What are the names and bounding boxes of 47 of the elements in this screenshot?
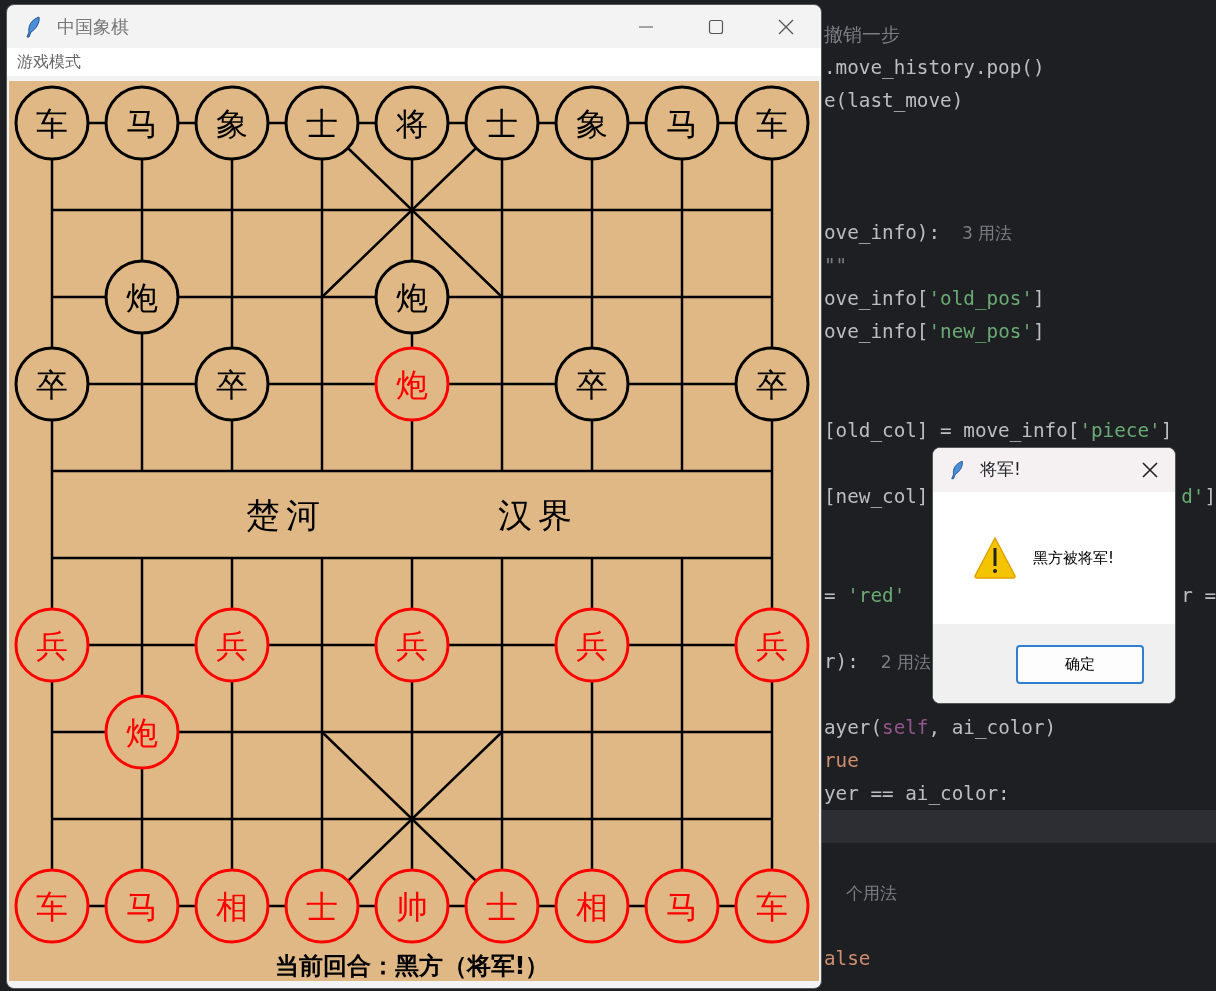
code-line: 个用法 <box>845 882 897 905</box>
chess-piece[interactable]: 炮 <box>104 259 180 335</box>
code-line: = 'red' <box>824 583 906 609</box>
maximize-icon[interactable] <box>708 18 724 35</box>
code-line: d'] <box>1181 484 1216 510</box>
menu-item[interactable]: 游戏模式 <box>17 52 81 71</box>
code-line: ove_info['new_pos'] <box>824 319 1045 345</box>
chess-piece[interactable]: 士 <box>464 85 540 161</box>
chess-piece[interactable]: 车 <box>734 85 810 161</box>
dialog-message: 黑方被将军! <box>1033 547 1114 569</box>
close-icon[interactable] <box>778 18 794 35</box>
chess-piece[interactable]: 士 <box>284 85 360 161</box>
feather-icon <box>25 15 41 38</box>
chess-piece[interactable]: 卒 <box>554 346 630 422</box>
code-line: r): 2 用法 <box>824 649 932 675</box>
feather-icon <box>950 460 964 480</box>
chess-piece[interactable]: 象 <box>194 85 270 161</box>
code-line: .move_history.pop() <box>824 55 1045 81</box>
chess-piece[interactable]: 卒 <box>194 346 270 422</box>
code-line: ove_info['old_pos'] <box>824 286 1045 312</box>
chess-piece[interactable]: 卒 <box>14 346 90 422</box>
chess-piece[interactable]: 车 <box>14 85 90 161</box>
chess-piece[interactable]: 马 <box>644 85 720 161</box>
code-line: yer == ai_color: <box>824 781 1010 807</box>
chess-piece[interactable]: 炮 <box>374 259 450 335</box>
code-line: ayer(self, ai_color) <box>824 715 1057 741</box>
code-line: [old_col] = move_info['piece'] <box>824 418 1173 444</box>
warning-icon <box>973 536 1017 580</box>
dialog-title: 将军! <box>980 458 1021 482</box>
chess-piece[interactable]: 马 <box>104 85 180 161</box>
window-title: 中国象棋 <box>57 15 129 39</box>
chess-piece[interactable]: 将 <box>374 85 450 161</box>
river-label: 汉界 <box>498 494 578 535</box>
code-line: 撤销一步 <box>824 22 900 48</box>
code-line: r = <box>1181 583 1216 609</box>
close-icon[interactable] <box>1142 462 1158 478</box>
chess-piece[interactable]: 卒 <box>734 346 810 422</box>
chess-piece[interactable]: 象 <box>554 85 630 161</box>
code-line: [new_col] <box>824 484 929 510</box>
code-line: rue <box>824 748 859 774</box>
code-line: ove_info): 3 用法 <box>824 220 1013 246</box>
ok-button[interactable]: 确定 <box>1016 644 1144 684</box>
code-line: alse <box>824 946 871 972</box>
code-line: "" <box>824 253 848 279</box>
code-line: e(last_move) <box>824 88 964 114</box>
river-label: 楚河 <box>246 494 326 535</box>
status-text: 当前回合：黑方（将军!） <box>274 952 550 980</box>
